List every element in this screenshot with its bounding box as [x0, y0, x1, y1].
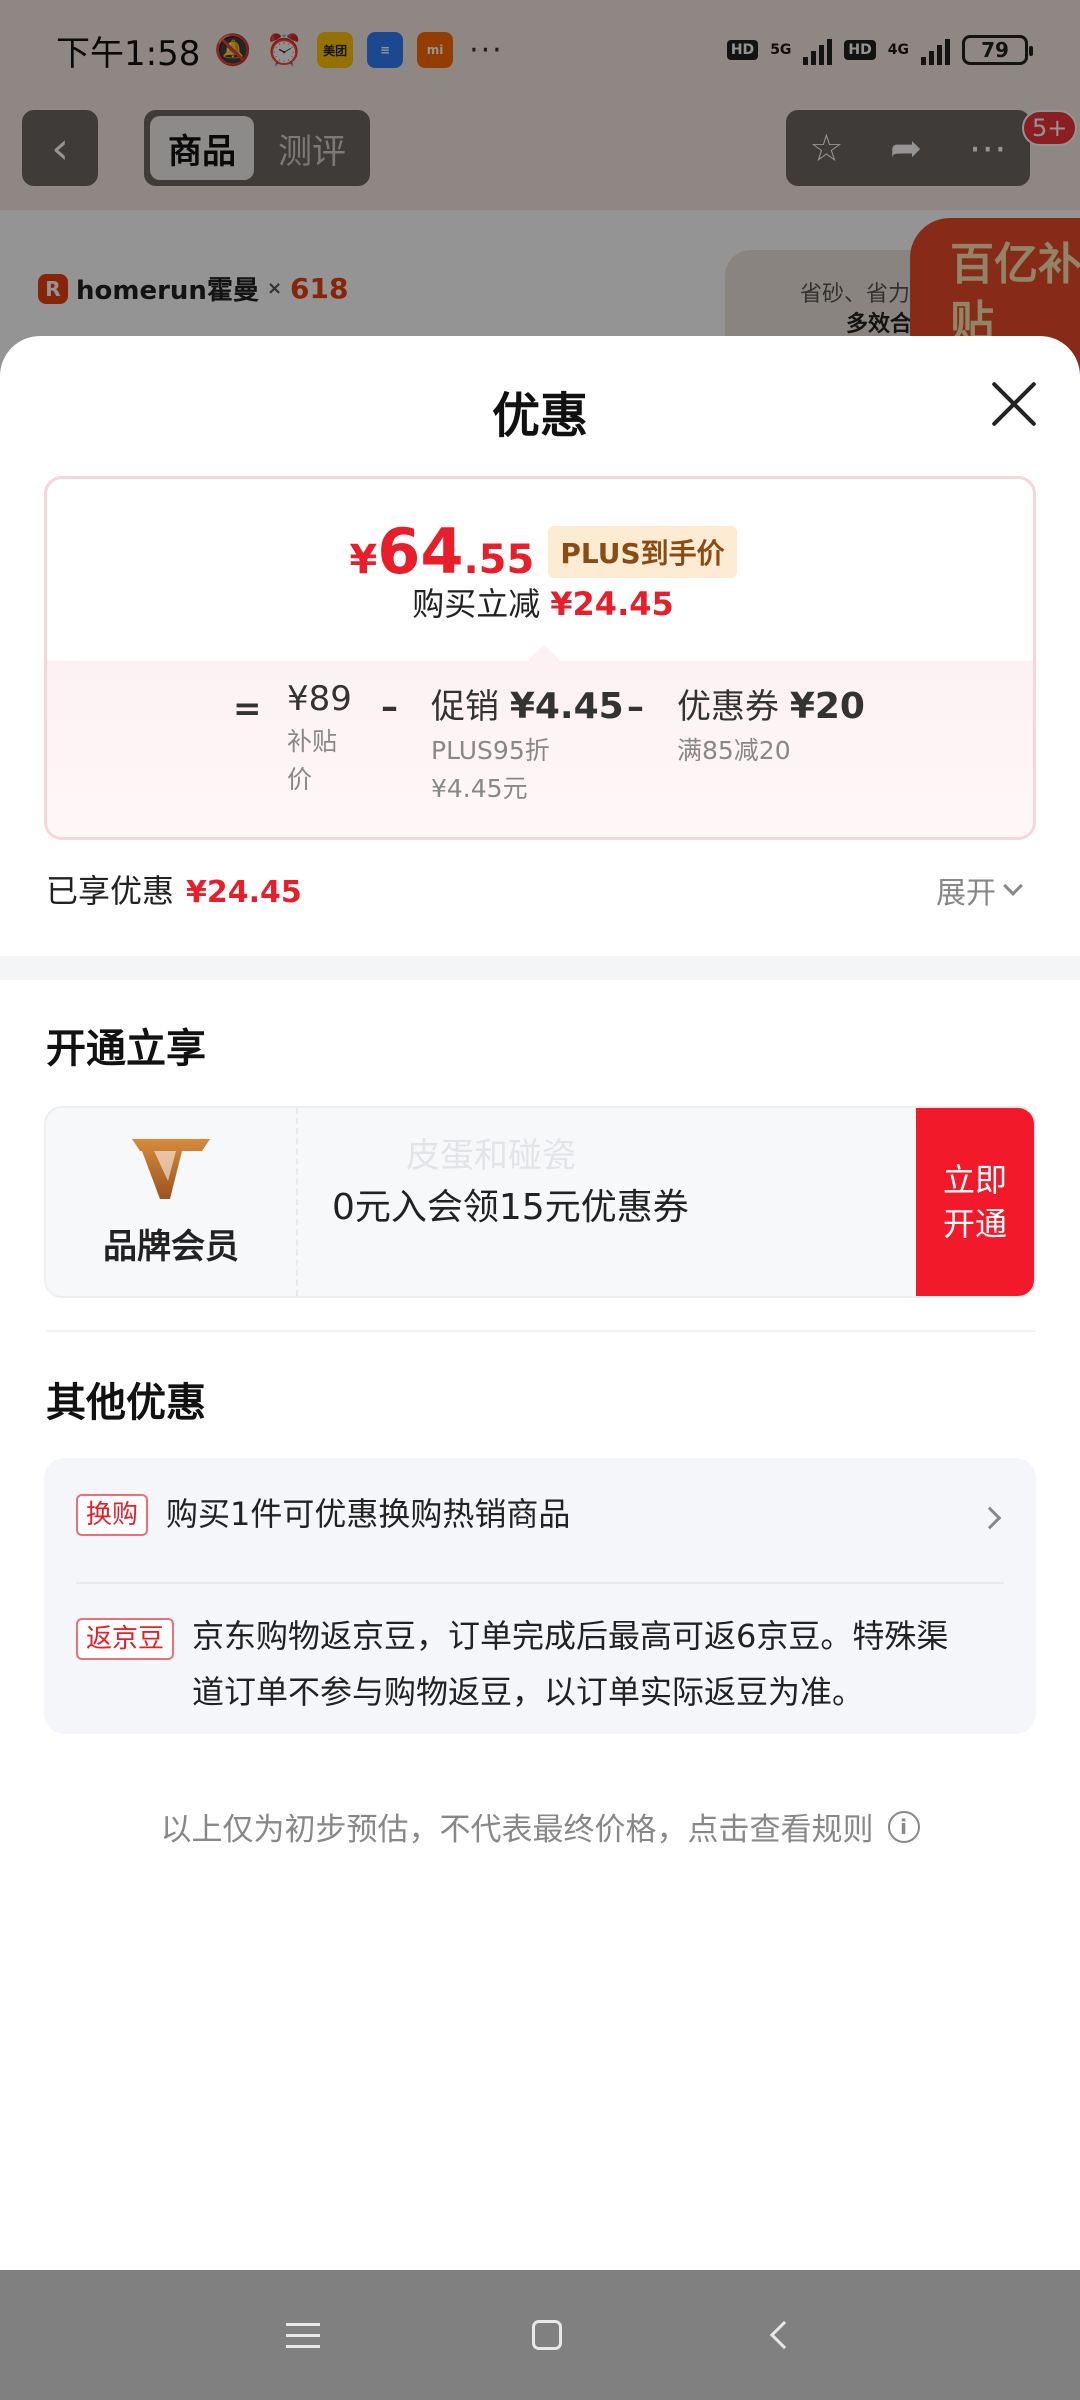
price-calculation: = ¥89 补贴价 – 促销 ¥4.45 PLUS95折 ¥4.45元 – 优惠…	[47, 661, 1033, 837]
instant-discount-amount: ¥24.45	[550, 585, 674, 623]
other-section-title: 其他优惠	[46, 1380, 206, 1426]
join-now-line2: 开通	[942, 1205, 1007, 1243]
member-offer-text: 0元入会领15元优惠券	[332, 1187, 689, 1228]
price-breakdown-card: ¥64.55 PLUS到手价 购买立减 ¥24.45 = ¥89 补贴价 – 促销…	[44, 476, 1036, 840]
rules-note[interactable]: 以上仅为初步预估，不代表最终价格，点击查看规则 i	[0, 1804, 1080, 1849]
equals-sign: =	[233, 689, 262, 729]
menu-icon[interactable]	[286, 2322, 320, 2348]
watermark-text: 皮蛋和碰瓷	[406, 1136, 576, 1176]
info-icon[interactable]: i	[887, 1810, 920, 1843]
jingdou-text: 京东购物返京豆，订单完成后最高可返6京豆。特殊渠道订单不参与购物返豆，以订单实际…	[192, 1617, 949, 1711]
enjoyed-amount: ¥24.45	[186, 875, 302, 910]
final-price-area: ¥64.55 PLUS到手价 购买立减 ¥24.45	[47, 479, 1033, 676]
minus-sign-1: –	[381, 687, 398, 727]
exchange-tag: 换购	[76, 1494, 149, 1536]
plus-price-tag: PLUS到手价	[548, 525, 737, 578]
coupon-col: 优惠券 ¥20 满85减20	[677, 679, 865, 770]
member-name: 品牌会员	[103, 1226, 239, 1267]
member-logo-area: 品牌会员	[46, 1108, 298, 1296]
instant-discount: 购买立减 ¥24.45	[47, 579, 1033, 625]
system-navigation-bar	[0, 2270, 1080, 2400]
list-item-jingdou: 返京豆 京东购物返京豆，订单完成后最高可返6京豆。特殊渠道订单不参与购物返豆，以…	[76, 1617, 952, 1720]
coupon-note: 满85减20	[677, 736, 791, 765]
exchange-text: 购买1件可优惠换购热销商品	[166, 1495, 571, 1533]
join-now-button[interactable]: 立即 开通	[916, 1108, 1034, 1296]
promo-col: 促销 ¥4.45 PLUS95折 ¥4.45元	[431, 679, 624, 808]
list-item-exchange[interactable]: 换购 购买1件可优惠换购热销商品	[76, 1494, 570, 1536]
chevron-right-icon[interactable]	[978, 1506, 1002, 1530]
promo-note-1: PLUS95折	[431, 736, 550, 765]
expand-label: 展开	[936, 876, 996, 911]
section-divider	[0, 956, 1080, 980]
discount-sheet: 优惠 ¥64.55 PLUS到手价 购买立减 ¥24.45 = ¥89 补贴价 –	[0, 336, 1080, 2270]
back-icon[interactable]	[769, 2320, 799, 2350]
join-now-line1: 立即	[942, 1161, 1007, 1199]
divider	[46, 1330, 1036, 1332]
rules-note-text: 以上仅为初步预估，不代表最终价格，点击查看规则	[160, 1812, 874, 1848]
sheet-title: 优惠	[491, 388, 588, 444]
enjoyed-label: 已享优惠	[46, 872, 175, 910]
base-price-col: ¥89 补贴价	[287, 679, 352, 799]
chevron-down-icon	[1003, 876, 1023, 896]
other-offers-list: 换购 购买1件可优惠换购热销商品 返京豆 京东购物返京豆，订单完成后最高可返6京…	[44, 1458, 1036, 1734]
expand-button[interactable]: 展开	[936, 868, 1023, 912]
close-icon[interactable]	[984, 376, 1040, 432]
instant-discount-label: 购买立减	[412, 585, 541, 623]
open-section-title: 开通立享	[46, 1026, 206, 1072]
base-price-note: 补贴价	[287, 727, 338, 794]
coupon-amount: 优惠券 ¥20	[677, 686, 865, 727]
base-price: ¥89	[287, 679, 352, 719]
list-divider	[76, 1582, 1004, 1584]
brand-member-card[interactable]: 品牌会员 皮蛋和碰瓷 0元入会领15元优惠券 立即 开通	[44, 1106, 1036, 1298]
brand-member-v-icon	[132, 1138, 210, 1199]
promo-note-2: ¥4.45元	[431, 774, 528, 803]
minus-sign-2: –	[627, 687, 644, 727]
promo-amount: 促销 ¥4.45	[431, 686, 624, 727]
jingdou-tag: 返京豆	[76, 1618, 175, 1660]
final-price: ¥64.55	[349, 515, 535, 588]
home-icon[interactable]	[532, 2320, 562, 2350]
enjoyed-discount: 已享优惠 ¥24.45	[46, 866, 302, 912]
